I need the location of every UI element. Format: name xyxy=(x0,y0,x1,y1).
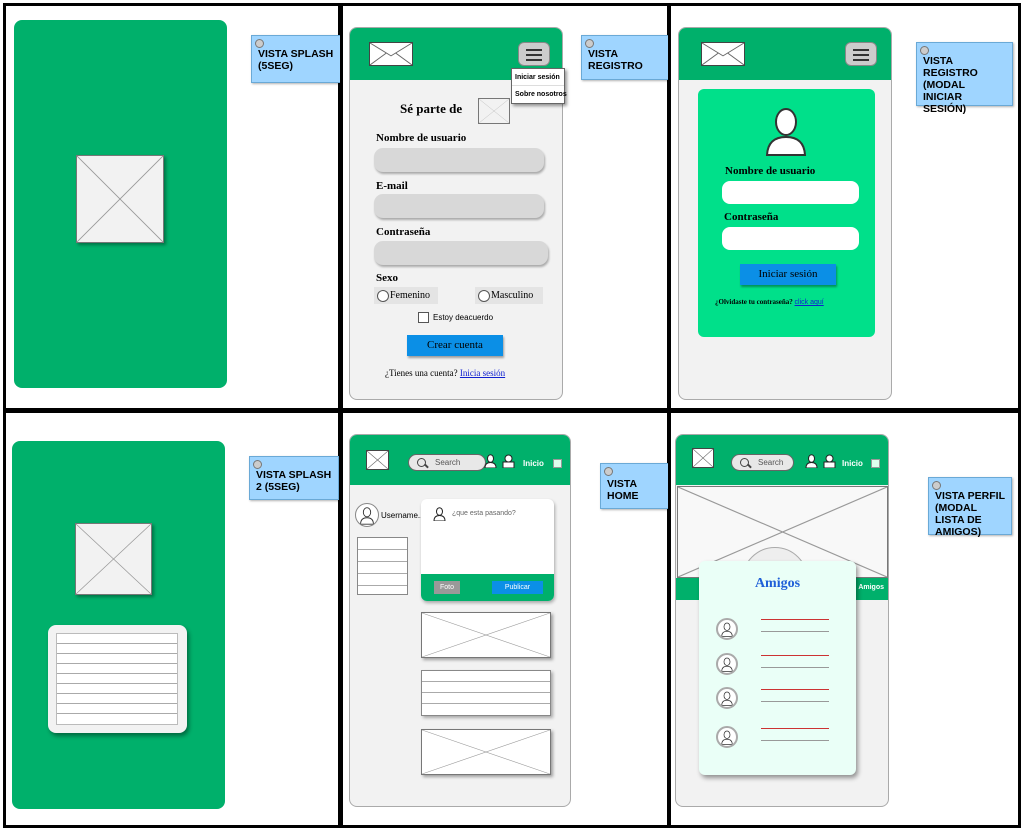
friends-modal-title: Amigos xyxy=(754,576,801,591)
login-phone: Nombre de usuario Contraseña Iniciar ses… xyxy=(678,27,892,400)
user-icon xyxy=(764,107,808,157)
home-username: Username... xyxy=(381,511,425,520)
friends-icon[interactable] xyxy=(823,454,836,468)
tab-amigos[interactable]: Amigos xyxy=(858,584,884,591)
radio-masculino[interactable]: Masculino xyxy=(475,287,543,304)
search-input[interactable]: Search xyxy=(731,454,794,471)
username-input[interactable] xyxy=(374,148,544,172)
dropdown-item-about[interactable]: Sobre nosotros xyxy=(512,86,567,103)
mail-icon xyxy=(701,42,745,66)
agree-label: Estoy deacuerdo xyxy=(433,313,494,322)
splash-green-screen xyxy=(14,20,227,388)
splash-image-placeholder xyxy=(76,155,164,243)
have-account-text: ¿Tienes una cuenta? Inicia sesión xyxy=(385,368,505,378)
splash2-text-lines xyxy=(56,633,178,725)
publicar-button[interactable]: Publicar xyxy=(492,581,543,594)
modal-password-label: Contraseña xyxy=(724,211,779,223)
friend-name-line xyxy=(761,655,829,668)
modal-username-label: Nombre de usuario xyxy=(725,165,816,177)
inicio-label[interactable]: Inicio xyxy=(842,459,863,468)
composer-footer: Foto Publicar xyxy=(421,574,554,601)
cell-splash2: VISTA SPLASH 2 (5SEG) xyxy=(3,410,341,828)
cell-perfil: Search Inicio Amigos Amigos VISTA PERFIL… xyxy=(668,410,1021,828)
mail-icon xyxy=(692,448,714,468)
feed-image-1 xyxy=(421,612,551,658)
logo-placeholder xyxy=(478,98,510,124)
sexo-label: Sexo xyxy=(376,272,398,284)
forgot-label: ¿Olvidaste tu contraseña? xyxy=(715,298,793,306)
post-input[interactable]: ¿que esta pasando? xyxy=(452,510,516,517)
click-here-link[interactable]: click aquí xyxy=(795,299,824,306)
username-label: Nombre de usuario xyxy=(376,132,467,144)
profile-icon[interactable] xyxy=(484,454,497,468)
friend-name-line xyxy=(761,728,829,741)
password-input[interactable] xyxy=(374,241,548,265)
have-account-label: ¿Tienes una cuenta? xyxy=(385,368,458,378)
home-sidebar-list xyxy=(357,537,408,595)
login-link[interactable]: Inicia sesión xyxy=(460,368,505,378)
inicio-label[interactable]: Inicio xyxy=(523,459,544,468)
home-header: Search Inicio xyxy=(350,435,570,485)
note-home: VISTA HOME xyxy=(600,463,670,509)
composer-user-icon xyxy=(433,507,446,521)
cell-splash: VISTA SPLASH (5SEG) xyxy=(3,3,341,411)
friend-avatar[interactable] xyxy=(716,687,738,709)
cell-home: Search Inicio Username... ¿que esta pasa… xyxy=(340,410,670,828)
home-phone: Search Inicio Username... ¿que esta pasa… xyxy=(349,434,571,807)
login-header xyxy=(679,28,891,80)
friend-name-line xyxy=(761,689,829,702)
modal-username-input[interactable] xyxy=(722,181,859,204)
login-modal: Nombre de usuario Contraseña Iniciar ses… xyxy=(698,89,875,337)
friend-avatar[interactable] xyxy=(716,618,738,640)
email-input[interactable] xyxy=(374,194,544,218)
create-account-button[interactable]: Crear cuenta xyxy=(407,335,503,356)
email-label: E-mail xyxy=(376,180,408,192)
splash2-image-placeholder xyxy=(75,523,152,595)
feed-text-post xyxy=(421,670,551,716)
friends-modal: Amigos xyxy=(699,561,856,775)
inicio-check-icon xyxy=(871,459,880,468)
modal-password-input[interactable] xyxy=(722,227,859,250)
radio-femenino[interactable]: Femenino xyxy=(374,287,438,304)
cell-registro-modal: Nombre de usuario Contraseña Iniciar ses… xyxy=(668,3,1021,411)
mail-icon xyxy=(369,42,413,66)
note-registro: VISTA REGISTRO xyxy=(581,35,671,80)
splash2-green-screen xyxy=(12,441,225,809)
forgot-text: ¿Olvidaste tu contraseña? click aquí xyxy=(715,298,824,306)
post-composer: ¿que esta pasando? Foto Publicar xyxy=(421,499,554,601)
menu-dropdown: Iniciar sesión Sobre nosotros xyxy=(511,68,567,104)
splash2-text-card xyxy=(48,625,187,733)
friend-name-line xyxy=(761,619,829,632)
note-registro-modal: VISTA REGISTRO (MODAL INICIAR SESIÓN) xyxy=(916,42,1013,115)
home-avatar xyxy=(355,503,379,527)
perfil-header: Search Inicio xyxy=(676,435,888,485)
profile-icon[interactable] xyxy=(805,454,818,468)
mail-icon xyxy=(366,450,389,470)
inicio-check-icon xyxy=(553,459,562,468)
menu-icon[interactable] xyxy=(845,42,877,66)
menu-icon[interactable] xyxy=(518,42,550,66)
friend-avatar[interactable] xyxy=(716,653,738,675)
password-label: Contraseña xyxy=(376,226,431,238)
search-input[interactable]: Search xyxy=(408,454,486,471)
login-button[interactable]: Iniciar sesión xyxy=(740,264,836,285)
friends-icon[interactable] xyxy=(502,454,515,468)
agree-checkbox[interactable] xyxy=(418,312,429,323)
cell-registro: Sé parte de Nombre de usuario E-mail Con… xyxy=(340,3,671,411)
friend-avatar[interactable] xyxy=(716,726,738,748)
note-perfil: VISTA PERFIL (MODAL LISTA DE AMIGOS) xyxy=(928,477,1012,538)
feed-image-2 xyxy=(421,729,551,775)
note-splash: VISTA SPLASH (5SEG) xyxy=(251,35,341,83)
dropdown-item-login[interactable]: Iniciar sesión xyxy=(512,69,564,86)
registro-heading: Sé parte de xyxy=(400,101,463,116)
note-splash2: VISTA SPLASH 2 (5SEG) xyxy=(249,456,339,500)
foto-button[interactable]: Foto xyxy=(434,581,460,594)
